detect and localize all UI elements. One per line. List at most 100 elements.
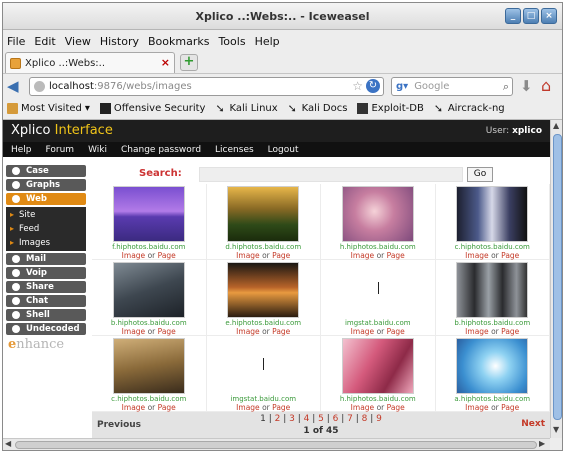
enhance-logo[interactable]: enhance (8, 337, 64, 352)
vertical-scrollbar[interactable]: ▲ ▼ (550, 120, 562, 438)
anime-figures-photo[interactable] (456, 186, 529, 242)
sidebar-subitem-site[interactable]: ▸ Site (6, 208, 86, 222)
page-link[interactable]: Page (272, 251, 290, 260)
download-arrow-icon[interactable]: ⬇ (520, 77, 533, 95)
bookmark-kali-docs[interactable]: ➘ Kali Docs (288, 103, 348, 114)
empty-image[interactable] (263, 358, 265, 370)
empty-image[interactable] (377, 282, 379, 294)
search-magnifier-icon[interactable]: ⌕ (503, 80, 509, 94)
bookmark-aircrack-ng[interactable]: ➘ Aircrack-ng (434, 103, 505, 114)
minimize-button[interactable]: _ (505, 8, 521, 24)
image-link[interactable]: Image (465, 403, 489, 412)
page-number-link[interactable]: 8 (362, 414, 368, 424)
go-button[interactable]: Go (467, 167, 493, 182)
bookmark-star-icon[interactable]: ☆ (352, 79, 363, 93)
scroll-up-icon[interactable]: ▲ (553, 121, 559, 130)
horizontal-scroll-thumb[interactable] (15, 441, 537, 449)
horizontal-scrollbar[interactable]: ◀ ▶ (3, 438, 550, 450)
maximize-button[interactable]: □ (523, 8, 539, 24)
menu-file[interactable]: File (7, 35, 25, 48)
menu-help[interactable]: Help (255, 35, 280, 48)
search-bar[interactable]: g▾ Google ⌕ (391, 77, 513, 96)
next-link[interactable]: Next (521, 419, 545, 429)
vertical-scroll-thumb[interactable] (553, 134, 562, 420)
image-link[interactable]: Image (351, 251, 375, 260)
image-link[interactable]: Image (122, 251, 146, 260)
scroll-down-icon[interactable]: ▼ (553, 425, 559, 434)
image-link[interactable]: Image (351, 403, 375, 412)
sidebar-subitem-images[interactable]: ▸ Images (6, 236, 86, 250)
page-number-link[interactable]: 5 (318, 414, 324, 424)
site-identity-icon[interactable] (34, 81, 45, 92)
page-number-link[interactable]: 3 (289, 414, 295, 424)
page-link[interactable]: Page (387, 327, 405, 336)
scroll-left-icon[interactable]: ◀ (5, 439, 11, 448)
nav-logout[interactable]: Logout (268, 145, 299, 155)
page-number-link[interactable]: 6 (333, 414, 339, 424)
nav-change-password[interactable]: Change password (121, 145, 201, 155)
image-link[interactable]: Image (122, 327, 146, 336)
page-link[interactable]: Page (501, 251, 519, 260)
sidebar-item-voip[interactable]: Voip (6, 267, 86, 279)
page-number-link[interactable]: 4 (304, 414, 310, 424)
home-icon[interactable]: ⌂ (541, 76, 551, 95)
bookmark-kali-linux[interactable]: ➘ Kali Linux (215, 103, 277, 114)
sidebar-item-undecoded[interactable]: Undecoded (6, 323, 86, 335)
blue-abstract-photo[interactable] (456, 338, 529, 394)
page-number-link[interactable]: 7 (347, 414, 353, 424)
sidebar-subitem-feed[interactable]: ▸ Feed (6, 222, 86, 236)
pink-artwork-photo[interactable] (341, 338, 414, 394)
tab-close-icon[interactable]: × (161, 56, 170, 69)
nav-wiki[interactable]: Wiki (88, 145, 107, 155)
image-link[interactable]: Image (236, 327, 260, 336)
girl-portrait-photo[interactable] (341, 186, 414, 242)
car-street-photo[interactable] (112, 262, 185, 318)
menu-bookmarks[interactable]: Bookmarks (148, 35, 209, 48)
google-engine-icon[interactable]: g▾ (396, 81, 408, 92)
page-number-link[interactable]: 2 (275, 414, 281, 424)
image-link[interactable]: Image (236, 403, 260, 412)
browser-tab[interactable]: Xplico ..:Webs:.. × (5, 52, 175, 73)
scroll-right-icon[interactable]: ▶ (539, 439, 545, 448)
offroad-car-photo[interactable] (112, 338, 185, 394)
image-link[interactable]: Image (351, 327, 375, 336)
sunset-lake-photo[interactable] (227, 262, 300, 318)
bookmark-offensive-security[interactable]: Offensive Security (99, 103, 205, 114)
sidebar-item-mail[interactable]: Mail (6, 253, 86, 265)
url-bar[interactable]: localhost:9876/webs/images ☆ ↻ (29, 77, 384, 96)
page-link[interactable]: Page (501, 327, 519, 336)
page-link[interactable]: Page (158, 327, 176, 336)
page-link[interactable]: Page (501, 403, 519, 412)
page-link[interactable]: Page (272, 403, 290, 412)
image-link[interactable]: Image (236, 251, 260, 260)
page-link[interactable]: Page (158, 251, 176, 260)
sidebar-item-graphs[interactable]: Graphs (6, 179, 86, 191)
page-link[interactable]: Page (272, 327, 290, 336)
sidebar-item-chat[interactable]: Chat (6, 295, 86, 307)
search-input[interactable] (199, 167, 463, 182)
nav-licenses[interactable]: Licenses (215, 145, 254, 155)
image-link[interactable]: Image (465, 327, 489, 336)
image-link[interactable]: Image (465, 251, 489, 260)
image-link[interactable]: Image (122, 403, 146, 412)
sidebar-item-shell[interactable]: Shell (6, 309, 86, 321)
back-arrow-icon[interactable]: ◀ (7, 78, 23, 94)
new-tab-icon[interactable]: + (180, 54, 198, 71)
close-button[interactable]: × (541, 8, 557, 24)
page-number-link[interactable]: 9 (376, 414, 382, 424)
purple-lake-photo[interactable] (112, 186, 185, 242)
nav-forum[interactable]: Forum (46, 145, 75, 155)
sidebar-item-web[interactable]: Web (6, 193, 86, 205)
band-group-photo[interactable] (456, 262, 529, 318)
sidebar-item-share[interactable]: Share (6, 281, 86, 293)
sunflower-field-photo[interactable] (227, 186, 300, 242)
page-link[interactable]: Page (158, 403, 176, 412)
page-link[interactable]: Page (387, 251, 405, 260)
menu-edit[interactable]: Edit (34, 35, 55, 48)
page-link[interactable]: Page (387, 403, 405, 412)
reload-icon[interactable]: ↻ (366, 79, 380, 93)
menu-history[interactable]: History (100, 35, 139, 48)
sidebar-item-case[interactable]: Case (6, 165, 86, 177)
nav-help[interactable]: Help (11, 145, 32, 155)
bookmark-exploit-db[interactable]: Exploit-DB (357, 103, 424, 114)
